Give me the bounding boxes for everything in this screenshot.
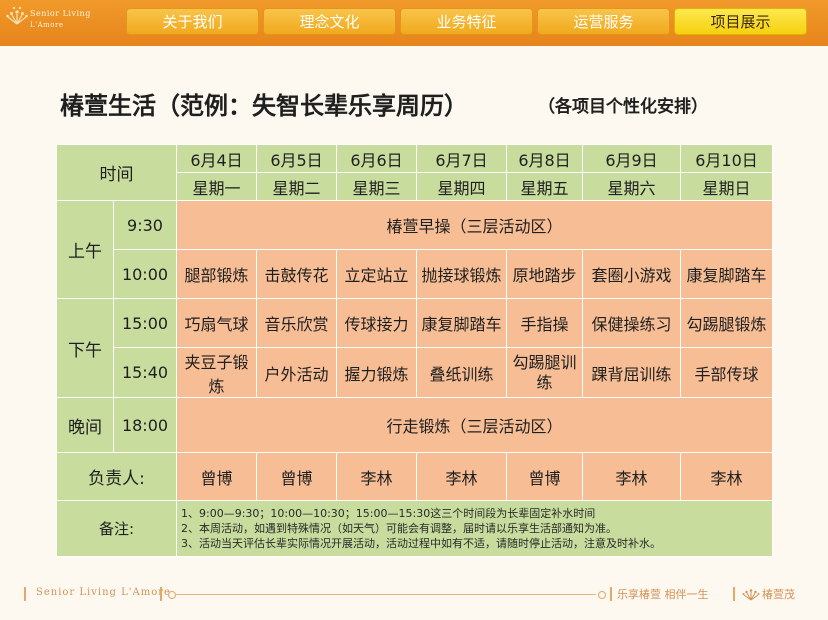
time-cell: 10:00: [113, 249, 177, 299]
schedule-row-1500: 下午 15:00 巧扇气球 音乐欣赏 传球接力 康复脚踏车 手指操 保健操练习 …: [56, 298, 773, 398]
activity-cell: 康复脚踏车: [680, 249, 773, 299]
nav-tab-culture[interactable]: 理念文化: [263, 8, 396, 35]
notes-label: 备注:: [56, 500, 177, 557]
page-subtitle: （各项目个性化安排）: [538, 97, 708, 117]
activity-cell: 音乐欣赏: [256, 298, 337, 348]
footer-logo-text: 椿萱茂: [762, 588, 795, 601]
time-cell: 15:00: [113, 298, 177, 348]
owner-cell: 李林: [336, 452, 417, 501]
nav-tab-operations[interactable]: 运营服务: [537, 8, 670, 35]
footer-divider: [610, 587, 612, 601]
weekday-cell: 星期三: [336, 172, 417, 201]
owner-cell: 曾博: [506, 452, 583, 501]
activity-cell: 巧扇气球: [176, 298, 257, 348]
owner-label: 负责人:: [56, 452, 177, 501]
activity-cell: 勾踢腿训练: [506, 347, 583, 398]
owner-cell: 曾博: [176, 452, 257, 501]
date-cell: 6月7日: [416, 144, 507, 173]
nav-tab-business[interactable]: 业务特征: [400, 8, 533, 35]
activity-cell: 勾踢腿锻炼: [680, 298, 773, 348]
schedule-row-1540: 15:40 夹豆子锻炼 户外活动 握力锻炼 叠纸训练 勾踢腿训练 踝背屈训练 手…: [57, 347, 773, 398]
activity-morning-exercise: 椿萱早操（三层活动区）: [176, 200, 773, 250]
note-line: 2、本周活动，如遇到特殊情况（如天气）可能会有调整，届时请以乐享生活部通知为准。: [181, 522, 617, 535]
weekday-cell: 星期一: [176, 172, 257, 201]
activity-cell: 抛接球锻炼: [416, 249, 507, 299]
activity-walking-exercise: 行走锻炼（三层活动区）: [176, 397, 773, 453]
brand-name-line2: L'Amore: [30, 21, 64, 29]
footer-dot-icon: [168, 591, 176, 599]
activity-cell: 传球接力: [336, 298, 417, 348]
weekday-cell: 星期日: [680, 172, 773, 201]
weekly-schedule-table: 时间 6月4日 6月5日 6月6日 6月7日 6月8日 6月9日 6月10日 星…: [56, 144, 773, 557]
date-cell: 6月5日: [256, 144, 337, 173]
owner-cell: 李林: [680, 452, 773, 501]
owner-cell: 曾博: [256, 452, 337, 501]
time-cell: 9:30: [113, 200, 177, 250]
schedule-row-1800: 晚间 18:00 行走锻炼（三层活动区）: [56, 397, 773, 453]
period-evening: 晚间: [56, 397, 114, 453]
schedule-row-1000: 10:00 腿部锻炼 击鼓传花 立定站立 抛接球锻炼 原地踏步 套圈小游戏 康复…: [57, 249, 773, 299]
notes-row: 备注: 1、9:00—9:30；10:00—10:30；15:00—15:30这…: [56, 500, 773, 557]
footer-brand: Senior Living L'Amore: [36, 587, 171, 598]
footer-slogan: 乐享椿萱 相伴一生: [617, 588, 709, 601]
activity-cell: 手指操: [506, 298, 583, 348]
date-cell: 6月6日: [336, 144, 417, 173]
footer-logo-icon: [742, 589, 760, 601]
activity-cell: 户外活动: [256, 347, 337, 398]
activity-cell: 踝背屈训练: [582, 347, 681, 398]
brand-logo[interactable]: Senior Living L'Amore: [4, 2, 124, 42]
period-morning: 上午: [56, 200, 114, 299]
weekday-cell: 星期五: [506, 172, 583, 201]
weekday-cell: 星期六: [582, 172, 681, 201]
footer-divider: [24, 587, 26, 601]
period-afternoon: 下午: [56, 298, 114, 398]
note-line: 1、9:00—9:30；10:00—10:30；15:00—15:30这三个时间…: [181, 507, 596, 520]
footer-dot-icon: [598, 591, 606, 599]
activity-cell: 原地踏步: [506, 249, 583, 299]
note-line: 3、活动当天评估长辈实际情况开展活动，活动过程中如有不适，请随时停止活动，注意及…: [181, 537, 661, 550]
notes-content: 1、9:00—9:30；10:00—10:30；15:00—15:30这三个时间…: [176, 500, 773, 557]
activity-cell: 叠纸训练: [416, 347, 507, 398]
footer-rule: [176, 594, 596, 595]
activity-cell: 腿部锻炼: [176, 249, 257, 299]
activity-cell: 握力锻炼: [336, 347, 417, 398]
activity-cell: 夹豆子锻炼: [176, 347, 257, 398]
activity-cell: 手部传球: [680, 347, 773, 398]
footer-divider: [733, 587, 735, 601]
activity-cell: 套圈小游戏: [582, 249, 681, 299]
time-cell: 15:40: [113, 347, 177, 398]
date-row: 时间 6月4日 6月5日 6月6日 6月7日 6月8日 6月9日 6月10日: [56, 144, 773, 201]
owner-cell: 李林: [416, 452, 507, 501]
date-cell: 6月8日: [506, 144, 583, 173]
nav-tab-projects[interactable]: 项目展示: [674, 8, 807, 35]
activity-cell: 康复脚踏车: [416, 298, 507, 348]
page-title: 椿萱生活（范例：失智长辈乐享周历）: [60, 92, 468, 120]
footer-divider: [160, 587, 162, 601]
weekday-cell: 星期四: [416, 172, 507, 201]
brand-name-line1: Senior Living: [30, 9, 91, 18]
date-cell: 6月10日: [680, 144, 773, 173]
sun-logo-icon: [6, 6, 28, 25]
weekday-cell: 星期二: [256, 172, 337, 201]
activity-cell: 立定站立: [336, 249, 417, 299]
activity-cell: 保健操练习: [582, 298, 681, 348]
owner-cell: 李林: [582, 452, 681, 501]
top-nav-bar: Senior Living L'Amore 关于我们 理念文化 业务特征 运营服…: [0, 0, 828, 46]
activity-cell: 击鼓传花: [256, 249, 337, 299]
date-cell: 6月4日: [176, 144, 257, 173]
schedule-row-0930: 上午 9:30 椿萱早操（三层活动区）: [56, 200, 773, 299]
time-cell: 18:00: [113, 397, 177, 453]
nav-tab-about[interactable]: 关于我们: [126, 8, 259, 35]
date-cell: 6月9日: [582, 144, 681, 173]
owner-row: 负责人: 曾博 曾博 李林 李林 曾博 李林 李林: [56, 452, 773, 501]
time-header: 时间: [56, 144, 177, 201]
